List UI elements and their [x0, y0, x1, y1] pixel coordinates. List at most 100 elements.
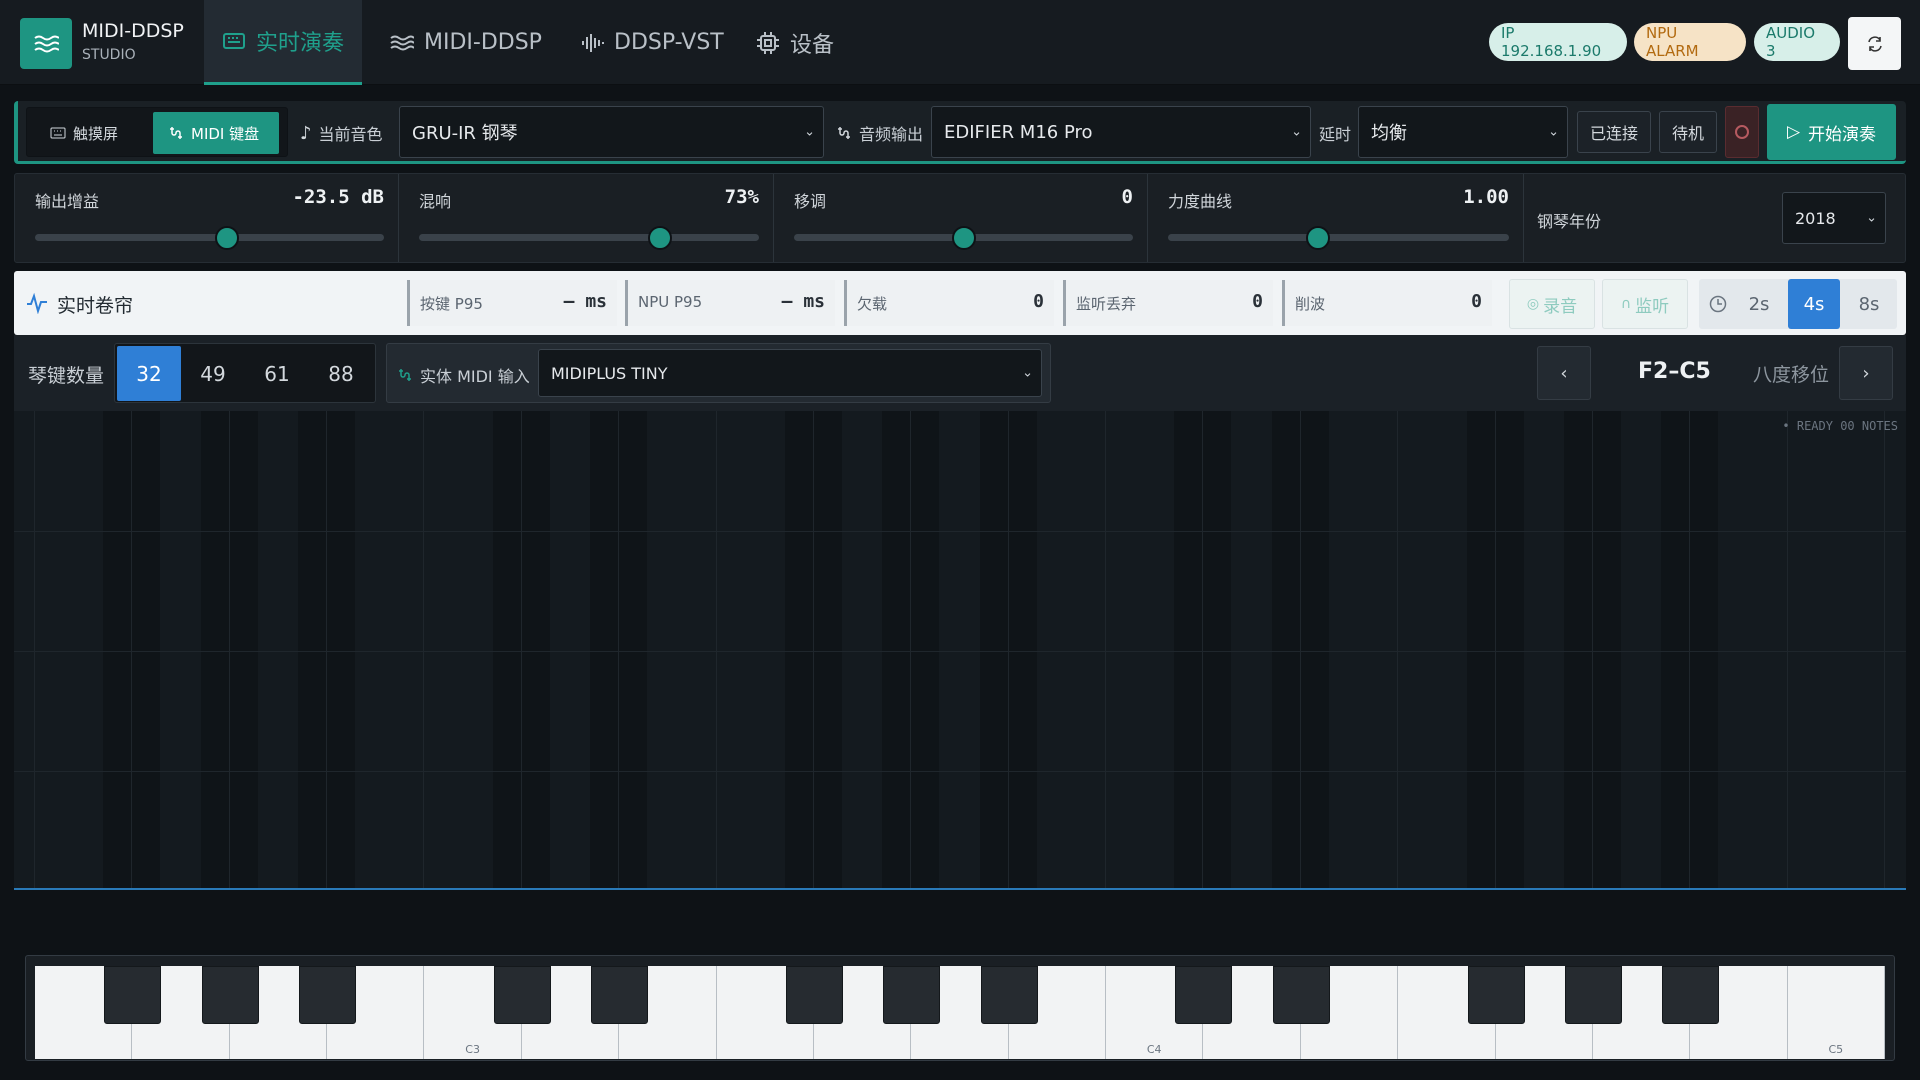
piano-roll-canvas[interactable]: • READY 00 NOTES — [14, 411, 1906, 889]
record-toggle-button[interactable] — [1725, 106, 1759, 158]
tab-label: 实时演奏 — [256, 31, 345, 56]
slider-thumb[interactable] — [214, 226, 239, 250]
black-key[interactable] — [785, 966, 843, 1024]
monitor-label: 监听 — [1635, 296, 1670, 317]
black-key[interactable] — [1662, 966, 1720, 1024]
refresh-button[interactable] — [1848, 17, 1901, 70]
piano-year-label: 钢琴年份 — [1537, 212, 1602, 231]
window-8s-button[interactable]: 8s — [1843, 279, 1895, 329]
key-count-32[interactable]: 32 — [117, 346, 181, 401]
app-logo[interactable] — [20, 18, 72, 69]
brand-subtitle: STUDIO — [82, 47, 136, 63]
key-label: C3 — [465, 1043, 480, 1056]
record-icon: ◎ — [1526, 296, 1540, 312]
metric-value: 0 — [1252, 291, 1263, 312]
tab-live-play[interactable]: 实时演奏 — [204, 0, 362, 85]
lane-divider — [1202, 411, 1204, 889]
gain-slider-group: 输出增益 -23.5 dB — [15, 174, 399, 262]
npu-alarm-badge: NPU ALARM — [1634, 23, 1746, 61]
record-button[interactable]: ◎ 录音 — [1509, 279, 1595, 329]
lane-divider — [1884, 411, 1885, 889]
window-4s-button[interactable]: 4s — [1788, 279, 1840, 329]
black-key[interactable] — [883, 966, 941, 1024]
black-key[interactable] — [299, 966, 357, 1024]
audio-output-select[interactable]: EDIFIER M16 Pro ⌄ — [931, 106, 1311, 158]
tab-midi-ddsp[interactable]: MIDI-DDSP — [372, 0, 560, 85]
black-key[interactable] — [1175, 966, 1233, 1024]
chevron-right-icon: › — [1862, 362, 1870, 384]
lane-divider — [34, 411, 35, 889]
metric-name: NPU P95 — [638, 293, 703, 311]
parameter-sliders: 输出增益 -23.5 dB 混响 73% 移调 0 力度曲线 1.00 钢琴年份… — [14, 173, 1906, 263]
slider-thumb[interactable] — [951, 226, 976, 250]
key-count-group: 32 49 61 88 — [114, 343, 376, 403]
output-value: EDIFIER M16 Pro — [944, 121, 1093, 143]
waves-icon — [34, 35, 59, 52]
touch-mode-button[interactable]: 触摸屏 — [35, 112, 133, 154]
tone-value: GRU-IR 钢琴 — [412, 123, 518, 144]
black-key[interactable] — [1272, 966, 1330, 1024]
tone-select[interactable]: GRU-IR 钢琴 ⌄ — [399, 106, 824, 158]
tab-devices[interactable]: 设备 — [738, 0, 852, 85]
metric-name: 监听丢弃 — [1076, 295, 1137, 313]
slider-value: 0 — [1121, 186, 1133, 208]
black-key[interactable] — [201, 966, 259, 1024]
record-label: 录音 — [1543, 296, 1578, 317]
midi-input-value: MIDIPLUS TINY — [551, 363, 668, 383]
clock-icon — [1709, 295, 1727, 313]
window-2s-button[interactable]: 2s — [1733, 279, 1785, 329]
slider-track[interactable] — [419, 234, 759, 241]
tab-label: DDSP-VST — [614, 30, 724, 55]
standby-button[interactable]: 待机 — [1659, 111, 1717, 153]
headphones-icon: ∩ — [1620, 296, 1632, 312]
black-key[interactable] — [591, 966, 649, 1024]
metric-value: — ms — [563, 291, 607, 312]
black-key[interactable] — [493, 966, 551, 1024]
slider-track[interactable] — [1168, 234, 1509, 241]
midi-plug-icon — [399, 369, 411, 381]
octave-up-button[interactable]: › — [1839, 346, 1893, 400]
metric-monitor-drop: 监听丢弃 0 — [1063, 280, 1273, 326]
start-play-button[interactable]: ▷ 开始演奏 — [1767, 104, 1896, 160]
piano-year-value: 2018 — [1795, 208, 1836, 228]
slider-name: 力度曲线 — [1168, 192, 1233, 211]
tab-ddsp-vst[interactable]: DDSP-VST — [562, 0, 742, 85]
slider-value: 73% — [724, 186, 759, 208]
roll-title: 实时卷帘 — [57, 295, 134, 317]
key-count-label: 琴键数量 — [28, 365, 105, 387]
black-key[interactable] — [1467, 966, 1525, 1024]
black-key[interactable] — [1564, 966, 1622, 1024]
control-toolbar: 触摸屏 MIDI 键盘 ♪ 当前音色 GRU-IR 钢琴 ⌄ 音频输出 EDIF… — [14, 101, 1906, 164]
black-key[interactable] — [104, 966, 162, 1024]
connected-status-button[interactable]: 已连接 — [1577, 111, 1651, 153]
midi-input-select[interactable]: MIDIPLUS TINY ⌄ — [538, 349, 1042, 397]
time-gridline — [14, 651, 1906, 652]
key-count-88[interactable]: 88 — [309, 346, 373, 401]
chevron-down-icon: ⌄ — [1866, 210, 1877, 226]
tone-label-group: ♪ 当前音色 — [300, 121, 383, 145]
key-range-display: F2–C5 — [1638, 359, 1711, 384]
piano-year-select[interactable]: 2018 ⌄ — [1782, 192, 1886, 244]
lane-divider — [812, 411, 814, 889]
transpose-slider-group: 移调 0 — [774, 174, 1148, 262]
lane-divider — [131, 411, 133, 889]
midi-input-label-group: 实体 MIDI 输入 — [397, 363, 530, 387]
chevron-down-icon: ⌄ — [804, 124, 815, 140]
slider-thumb[interactable] — [1306, 226, 1331, 250]
slider-thumb[interactable] — [648, 226, 673, 250]
octave-down-button[interactable]: ‹ — [1537, 346, 1591, 400]
brand-title: MIDI-DDSP — [82, 20, 184, 42]
monitor-button[interactable]: ∩ 监听 — [1602, 279, 1688, 329]
lane-divider — [618, 411, 620, 889]
lane-divider — [1007, 411, 1009, 889]
key-label: C5 — [1828, 1043, 1844, 1056]
key-count-49[interactable]: 49 — [181, 346, 245, 401]
lane-divider — [228, 411, 230, 889]
midi-keyboard-mode-button[interactable]: MIDI 键盘 — [153, 112, 279, 154]
midi-mode-label: MIDI 键盘 — [191, 124, 260, 143]
key-count-61[interactable]: 61 — [245, 346, 309, 401]
latency-select[interactable]: 均衡 ⌄ — [1358, 106, 1568, 158]
black-key[interactable] — [980, 966, 1038, 1024]
white-key[interactable]: C5 — [1787, 966, 1885, 1059]
slider-track[interactable] — [35, 234, 384, 241]
